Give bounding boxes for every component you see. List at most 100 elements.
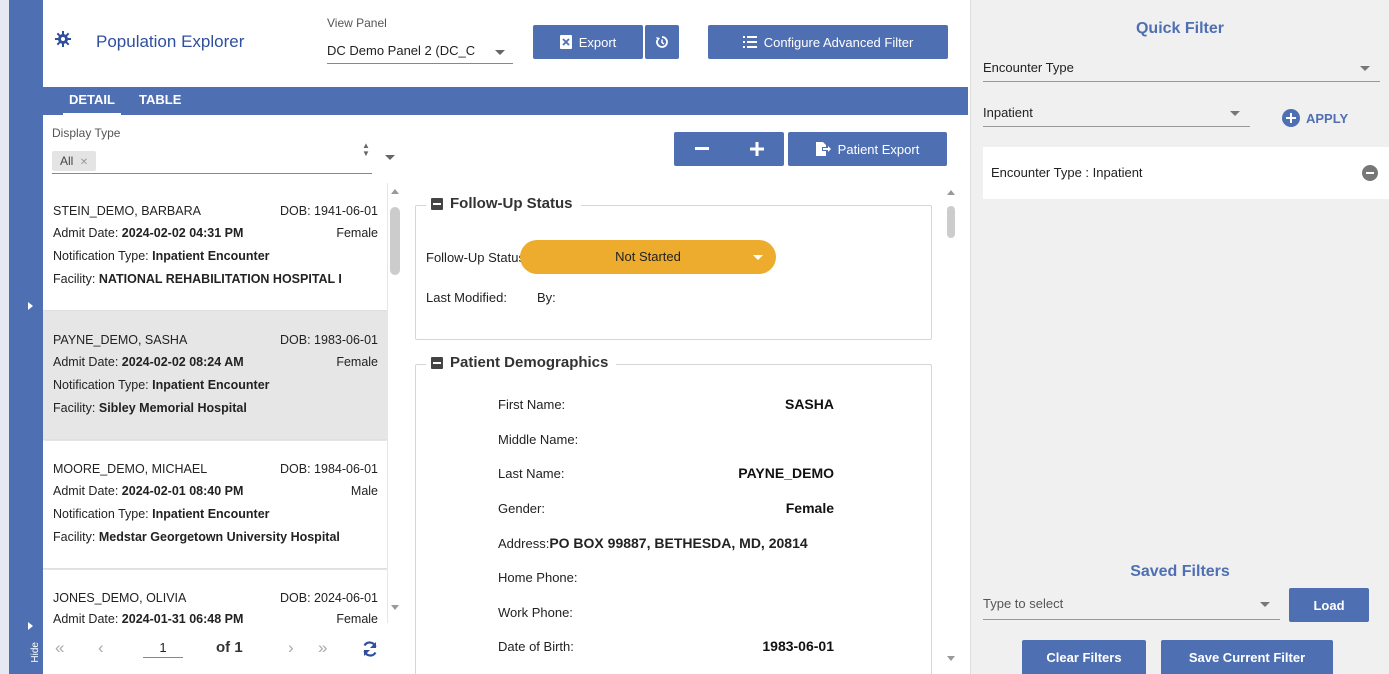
patient-list: STEIN_DEMO, BARBARA DOB: 1941-06-01 Admi… [43,183,388,623]
last-name-value: PAYNE_DEMO [738,465,834,481]
list-item[interactable]: MOORE_DEMO, MICHAEL DOB: 1984-06-01 Admi… [43,441,387,569]
collapse-icon[interactable] [431,356,443,369]
facility: Facility: Medstar Georgetown University … [53,530,340,544]
expand-arrow-icon-bottom[interactable] [28,622,33,630]
patient-gender: Male [350,484,378,498]
view-panel-select[interactable]: DC Demo Panel 2 (DC_C [327,38,513,64]
excel-file-icon [559,35,572,49]
right-filter-panel: Quick Filter Encounter Type Inpatient AP… [970,0,1389,674]
home-phone-label: Home Phone: [498,570,578,585]
gender-label: Gender: [498,501,545,516]
remove-filter-icon[interactable] [1362,165,1378,181]
app-title: Population Explorer [96,32,245,51]
export-label: Export [578,34,617,50]
patient-export-label: Patient Export [837,141,920,157]
patient-dob: DOB: 1941-06-01 [280,204,378,218]
address-value: PO BOX 99887, BETHESDA, MD, 20814 [549,535,808,551]
last-page-button[interactable]: » [318,638,327,658]
chevron-down-icon [1360,66,1370,71]
display-type-chip: All ✕ [52,151,97,171]
export-button[interactable]: Export [533,25,643,59]
patient-gender: Female [336,226,378,240]
last-modified-label: Last Modified: [426,290,507,305]
patient-export-button[interactable]: Patient Export [788,132,947,166]
detail-scrollbar[interactable] [945,190,957,670]
collapse-icon[interactable] [431,197,443,210]
minus-button[interactable] [694,147,709,151]
file-export-icon [815,142,831,156]
scroll-down-icon[interactable] [947,656,955,661]
quick-filter-title: Quick Filter [1135,20,1225,37]
first-name-value: SASHA [784,396,834,412]
pager: « ‹ 1 of 1 › » [43,624,401,674]
admit-date: Admit Date: 2024-02-02 04:31 PM [53,226,244,240]
plus-button[interactable] [749,142,764,156]
list-item-selected[interactable]: PAYNE_DEMO, SASHA DOB: 1983-06-01 Admit … [43,312,387,440]
refresh-icon[interactable] [361,640,379,658]
display-type-select[interactable]: All ✕ [52,148,372,174]
apply-button[interactable]: APPLY [1282,109,1348,127]
gear-icon[interactable] [55,31,71,47]
saved-filter-placeholder: Type to select [983,596,1064,611]
scroll-down-icon[interactable] [391,605,399,610]
follow-up-title: Follow-Up Status [450,195,573,212]
filter-field-select[interactable]: Encounter Type [983,56,1380,82]
tab-detail[interactable]: DETAIL [63,87,121,115]
load-button[interactable]: Load [1289,588,1369,622]
list-item[interactable]: JONES_DEMO, OLIVIA DOB: 2024-06-01 Admit… [43,570,387,623]
follow-up-status-select[interactable]: Not Started [520,240,776,274]
chip-close-icon[interactable]: ✕ [80,157,88,168]
list-item[interactable]: STEIN_DEMO, BARBARA DOB: 1941-06-01 Admi… [43,183,387,311]
display-type-label: Display Type [52,126,121,140]
chevron-down-icon[interactable] [385,155,395,160]
history-button[interactable] [645,25,679,59]
scroll-thumb[interactable] [947,206,955,238]
hide-toggle[interactable]: Hide [30,642,41,663]
notification-type: Notification Type: Inpatient Encounter [53,507,270,521]
facility: Facility: NATIONAL REHABILITATION HOSPIT… [53,272,342,286]
address-label: Address: [498,536,550,551]
next-page-button[interactable]: › [288,638,294,658]
saved-filter-select[interactable]: Type to select [983,592,1280,620]
chevron-down-icon [1260,602,1270,607]
admit-date: Admit Date: 2024-02-01 08:40 PM [53,484,244,498]
prev-page-button[interactable]: ‹ [98,638,104,658]
plus-circle-icon [1282,109,1300,127]
work-phone-label: Work Phone: [498,605,573,620]
spinner-arrows-icon[interactable]: ▲ ▼ [362,142,370,158]
configure-filter-label: Configure Advanced Filter [763,34,914,50]
configure-advanced-filter-button[interactable]: Configure Advanced Filter [708,25,948,59]
app-root: Hide Population Explorer View Panel DC D… [0,0,1389,674]
scroll-up-icon[interactable] [947,190,955,195]
tab-table[interactable]: TABLE [139,87,181,115]
patient-demographics-section: Patient Demographics First Name: SASHA M… [415,354,932,674]
admit-date: Admit Date: 2024-02-02 08:24 AM [53,355,244,369]
rail-edge [0,0,9,674]
notification-type: Notification Type: Inpatient Encounter [53,249,270,263]
patient-list-scrollbar[interactable] [389,189,401,619]
middle-name-label: Middle Name: [498,432,579,447]
patient-dob: DOB: 2024-06-01 [280,591,378,605]
admit-date: Admit Date: 2024-01-31 06:48 PM [53,612,244,623]
scroll-up-icon[interactable] [391,189,399,194]
chip-label: All [60,154,74,168]
clear-filters-button[interactable]: Clear Filters [1022,640,1146,674]
patient-name: JONES_DEMO, OLIVIA [53,591,187,605]
demographics-title: Patient Demographics [450,354,609,371]
dob-label: Date of Birth: [498,639,574,654]
save-current-filter-button[interactable]: Save Current Filter [1161,640,1333,674]
expand-arrow-icon[interactable] [28,302,33,310]
follow-up-status-value: Not Started [615,249,681,264]
follow-up-legend[interactable]: Follow-Up Status [426,195,581,212]
demographics-legend[interactable]: Patient Demographics [426,354,617,371]
first-page-button[interactable]: « [55,638,64,658]
filter-option-select[interactable]: Inpatient [983,101,1250,127]
patient-dob: DOB: 1984-06-01 [280,462,378,476]
page-input[interactable]: 1 [143,636,183,658]
scroll-thumb[interactable] [390,207,400,275]
dob-value: 1983-06-01 [762,638,834,654]
patient-gender: Female [336,355,378,369]
tab-bar: DETAIL TABLE [43,87,968,115]
left-rail: Hide [0,0,43,674]
follow-up-status-label: Follow-Up Status: [426,250,529,265]
